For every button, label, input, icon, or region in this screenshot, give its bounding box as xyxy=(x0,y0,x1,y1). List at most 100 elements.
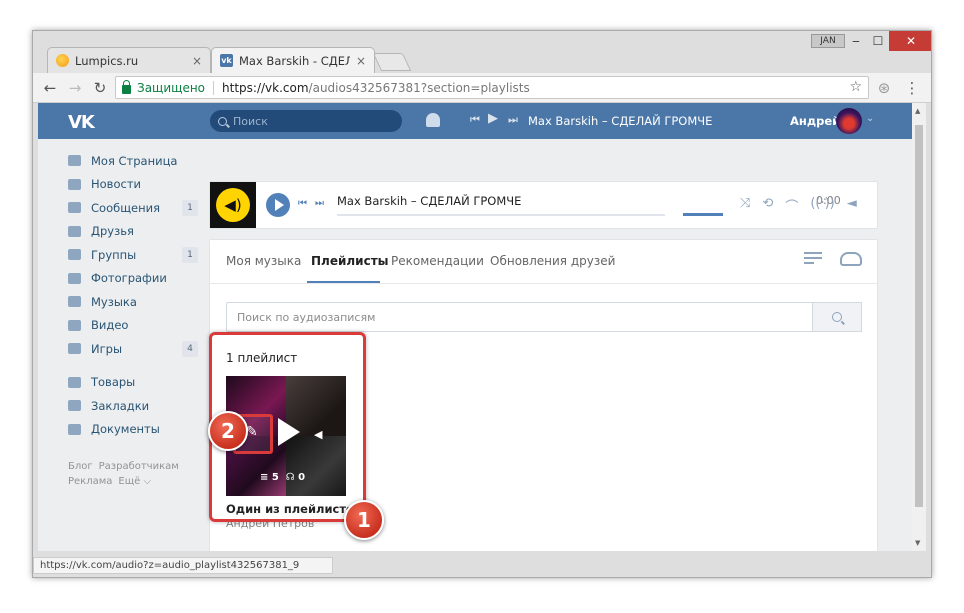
footer-link-dev[interactable]: Разработчикам xyxy=(99,461,179,472)
repeat-icon[interactable]: ⟲ xyxy=(762,196,773,215)
maximize-button[interactable]: ☐ xyxy=(867,31,889,51)
sidebar-item-label: Документы xyxy=(91,422,160,437)
search-icon xyxy=(218,116,227,126)
header-search-input[interactable]: Поиск xyxy=(210,110,402,132)
scroll-down-icon[interactable]: ▼ xyxy=(915,539,920,547)
next-track-icon[interactable]: ⏭ xyxy=(315,198,324,209)
prev-track-icon[interactable]: ⏮ xyxy=(470,113,480,127)
sidebar-item-photos[interactable]: Фотографии xyxy=(68,267,198,291)
sidebar-item-music[interactable]: Музыка xyxy=(68,290,198,314)
bookmark-star-icon[interactable]: ☆ xyxy=(849,79,862,95)
header-now-playing[interactable]: Max Barskih – СДЕЛАЙ ГРОМЧЕ xyxy=(528,114,712,128)
vk-logo[interactable]: VK xyxy=(68,112,95,133)
prev-track-icon[interactable]: ⏮ xyxy=(298,198,307,209)
page-scrollbar[interactable]: ▲ ▼ xyxy=(912,103,926,551)
footer-link-ads[interactable]: Реклама xyxy=(68,476,112,487)
sidebar-item-goods[interactable]: Товары xyxy=(68,371,198,395)
games-icon xyxy=(68,343,81,355)
video-icon xyxy=(68,319,81,331)
next-track-icon[interactable]: ⏭ xyxy=(508,113,518,127)
step-marker-1: 1 xyxy=(344,500,384,540)
sidebar-item-label: Друзья xyxy=(91,224,134,239)
sidebar-item-bookmarks[interactable]: Закладки xyxy=(68,394,198,418)
extension-icon[interactable]: ⊛ xyxy=(875,79,893,97)
volume-slider[interactable] xyxy=(683,213,723,216)
play-button[interactable] xyxy=(266,193,290,217)
sidebar-item-my-page[interactable]: Моя Страница xyxy=(68,149,198,173)
sidebar-item-label: Фотографии xyxy=(91,271,167,286)
home-icon xyxy=(68,155,81,167)
sidebar-item-label: Моя Страница xyxy=(91,153,178,168)
left-menu: Моя Страница Новости Сообщения 1 Друзья Г… xyxy=(68,149,198,489)
header-search-placeholder: Поиск xyxy=(233,114,268,128)
tab-close-icon[interactable]: × xyxy=(356,54,366,68)
lumpics-favicon-icon xyxy=(56,54,69,67)
player-track-title: Max Barskih – СДЕЛАЙ ГРОМЧЕ xyxy=(337,194,522,208)
news-icon xyxy=(68,178,81,190)
progress-bar[interactable] xyxy=(337,214,665,216)
menu-divider xyxy=(68,361,198,371)
notifications-bell-icon[interactable] xyxy=(426,113,440,127)
sidebar-item-games[interactable]: Игры 4 xyxy=(68,337,198,361)
shuffle-icon[interactable]: ⤨ xyxy=(740,196,750,215)
lock-icon xyxy=(122,79,131,94)
sidebar-item-label: Новости xyxy=(91,177,141,192)
reload-icon[interactable]: ↻ xyxy=(91,79,109,97)
status-bar-url: https://vk.com/audio?z=audio_playlist432… xyxy=(33,557,333,574)
audio-search-input[interactable]: Поиск по аудиозаписям xyxy=(226,302,813,332)
profile-badge[interactable]: JAN xyxy=(811,34,845,48)
sidebar-item-label: Сообщения xyxy=(91,200,161,215)
audio-search-button[interactable] xyxy=(812,302,862,332)
messages-icon xyxy=(68,202,81,214)
header-user-name[interactable]: Андрей xyxy=(790,114,840,128)
close-window-button[interactable]: ✕ xyxy=(889,31,931,51)
url-host: https://vk.com xyxy=(222,80,309,95)
minimize-button[interactable]: ‒ xyxy=(845,31,867,51)
sidebar-item-news[interactable]: Новости xyxy=(68,173,198,197)
scroll-up-icon[interactable]: ▲ xyxy=(915,107,920,115)
tab-vk[interactable]: vk Max Barskih - СДЕЛАЙ Г × xyxy=(211,47,375,73)
audio-tabs: Моя музыка Плейлисты Рекомендации Обновл… xyxy=(210,240,877,284)
scrollbar-thumb[interactable] xyxy=(915,125,923,507)
vk-header: VK Поиск ⏮ ▶ ⏭ Max Barskih – СДЕЛАЙ ГРОМ… xyxy=(38,103,912,139)
footer-link-more[interactable]: Ещё ⌵ xyxy=(118,476,151,487)
player-actions: ⤨ ⟲ ⌒ ((·)) ◄ xyxy=(740,196,857,215)
url-path: /audios432567381?section=playlists xyxy=(308,80,530,95)
headphones-icon[interactable]: ⌒ xyxy=(785,196,798,215)
forward-icon[interactable]: → xyxy=(66,79,84,97)
count-badge: 1 xyxy=(182,200,198,216)
sidebar-item-documents[interactable]: Документы xyxy=(68,418,198,442)
tab-friends-updates[interactable]: Обновления друзей xyxy=(490,254,615,268)
sidebar-item-label: Закладки xyxy=(91,398,150,413)
speaker-icon: ◀) xyxy=(216,188,250,222)
tab-recommendations[interactable]: Рекомендации xyxy=(391,254,484,268)
secure-label: Защищено xyxy=(137,80,206,95)
sidebar-item-label: Игры xyxy=(91,341,123,356)
address-bar[interactable]: Защищено https://vk.com /audios432567381… xyxy=(115,76,869,99)
sidebar-item-video[interactable]: Видео xyxy=(68,314,198,338)
divider xyxy=(213,80,215,95)
tab-close-icon[interactable]: × xyxy=(192,54,202,68)
tab-lumpics[interactable]: Lumpics.ru × xyxy=(47,47,211,73)
add-playlist-icon[interactable] xyxy=(804,252,822,266)
sidebar-item-groups[interactable]: Группы 1 xyxy=(68,243,198,267)
tab-my-music[interactable]: Моя музыка xyxy=(226,254,301,268)
tab-playlists[interactable]: Плейлисты xyxy=(311,254,389,268)
sidebar-item-messages[interactable]: Сообщения 1 xyxy=(68,196,198,220)
goods-icon xyxy=(68,376,81,388)
play-icon[interactable]: ▶ xyxy=(488,111,498,126)
sidebar-item-friends[interactable]: Друзья xyxy=(68,220,198,244)
vk-favicon-icon: vk xyxy=(220,54,233,67)
new-tab-button[interactable] xyxy=(372,53,412,71)
footer-link-blog[interactable]: Блог xyxy=(68,461,93,472)
tab-title: Lumpics.ru xyxy=(75,53,139,68)
back-icon[interactable]: ← xyxy=(41,79,59,97)
menu-dots-icon[interactable]: ⋮ xyxy=(903,79,921,97)
chevron-down-icon[interactable]: ⌄ xyxy=(866,113,874,124)
title-bar: Lumpics.ru × vk Max Barskih - СДЕЛАЙ Г ×… xyxy=(33,31,931,73)
step-marker-2: 2 xyxy=(208,411,248,451)
share-icon[interactable]: ◄ xyxy=(847,196,857,215)
avatar[interactable] xyxy=(836,108,862,134)
upload-cloud-icon[interactable] xyxy=(840,252,862,266)
broadcast-icon[interactable]: ((·)) xyxy=(810,196,834,215)
